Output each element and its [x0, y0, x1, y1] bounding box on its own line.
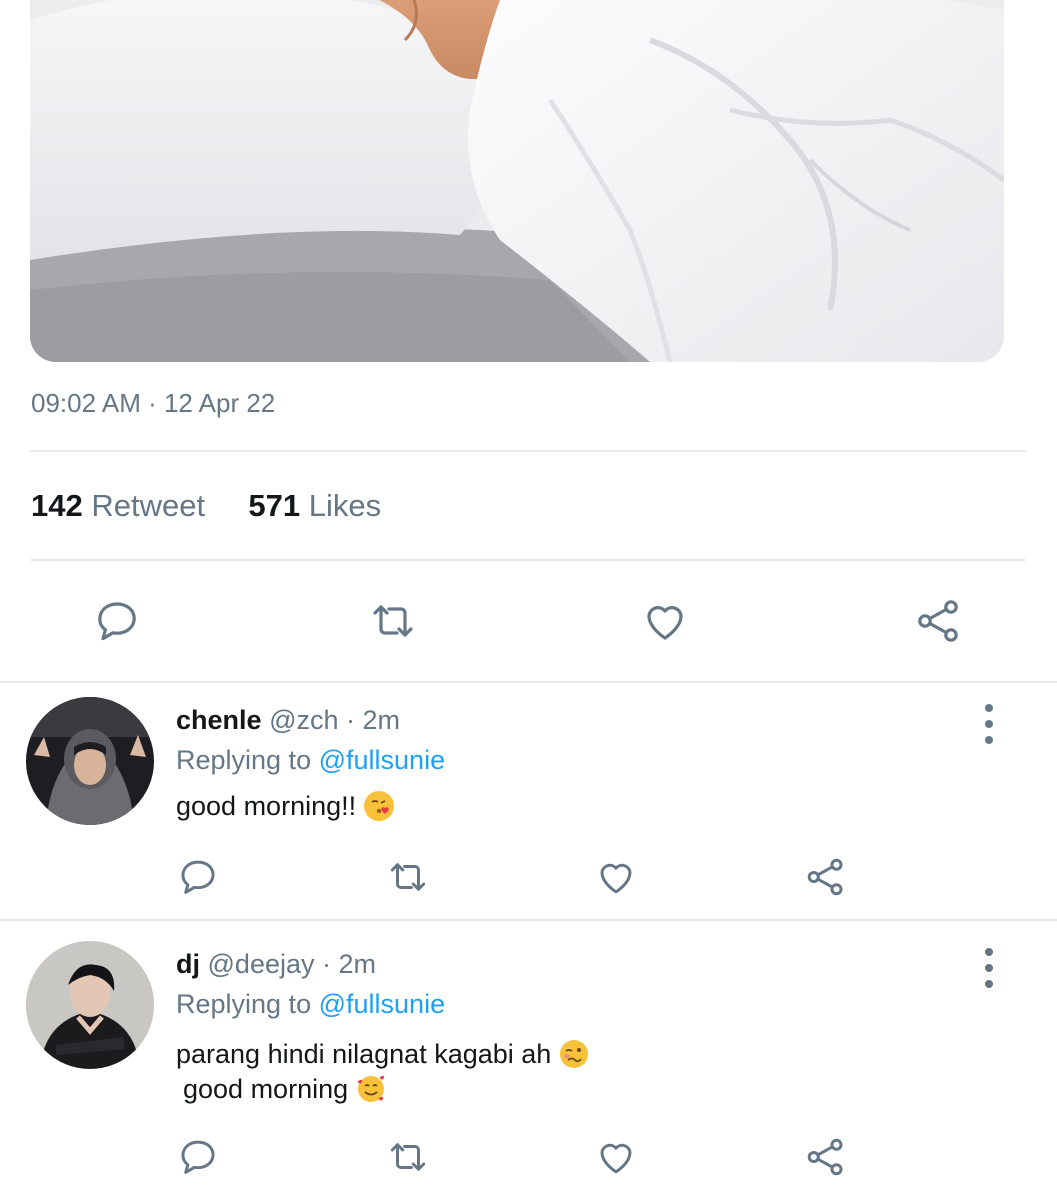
- reply-header: chenle @zch · 2m: [176, 705, 400, 736]
- reply-author-handle[interactable]: @zch: [269, 705, 338, 735]
- reply-icon[interactable]: [92, 596, 142, 646]
- separator-dot: ·: [322, 949, 332, 979]
- retweet-label[interactable]: Retweet: [91, 488, 205, 523]
- retweet-icon[interactable]: [366, 596, 420, 646]
- reply-header: dj @deejay · 2m: [176, 949, 376, 980]
- replying-mention-link[interactable]: @fullsunie: [319, 989, 445, 1019]
- tweet-stats: 142 Retweet 571 Likes: [31, 488, 381, 524]
- kiss-emoji: [364, 791, 395, 821]
- tweet-media-image[interactable]: [30, 0, 1004, 362]
- reply-item[interactable]: dj @deejay · 2m Replying to @fullsunie p…: [0, 921, 1057, 1200]
- avatar[interactable]: [26, 941, 154, 1069]
- like-icon[interactable]: [594, 1135, 638, 1179]
- woozy-emoji: [559, 1039, 589, 1069]
- reply-author-name[interactable]: chenle: [176, 705, 262, 735]
- reply-icon[interactable]: [176, 855, 220, 899]
- like-icon[interactable]: [640, 596, 690, 646]
- smiling-hearts-emoji: [356, 1074, 386, 1104]
- retweet-count[interactable]: 142: [31, 488, 83, 523]
- replying-to: Replying to @fullsunie: [176, 745, 445, 776]
- reply-text: parang hindi nilagnat kagabi ah good mor…: [176, 1037, 589, 1107]
- reply-age: 2m: [362, 705, 401, 735]
- reply-text: good morning!!: [176, 789, 395, 824]
- share-icon[interactable]: [804, 855, 848, 899]
- reply-text-line: parang hindi nilagnat kagabi ah: [176, 1039, 552, 1069]
- replying-prefix: Replying to: [176, 989, 312, 1019]
- more-options-icon[interactable]: [976, 704, 1002, 744]
- share-icon[interactable]: [804, 1135, 848, 1179]
- like-icon[interactable]: [594, 855, 638, 899]
- separator-dot: ·: [346, 705, 356, 735]
- retweet-icon[interactable]: [384, 1135, 432, 1179]
- replying-mention-link[interactable]: @fullsunie: [319, 745, 445, 775]
- retweet-icon[interactable]: [384, 855, 432, 899]
- divider: [30, 450, 1026, 452]
- replying-prefix: Replying to: [176, 745, 312, 775]
- replying-to: Replying to @fullsunie: [176, 989, 445, 1020]
- reply-icon[interactable]: [176, 1135, 220, 1179]
- more-options-icon[interactable]: [976, 948, 1002, 988]
- share-icon[interactable]: [914, 596, 964, 646]
- reply-age: 2m: [338, 949, 377, 979]
- likes-count[interactable]: 571: [248, 488, 300, 523]
- reply-item[interactable]: chenle @zch · 2m Replying to @fullsunie …: [0, 683, 1057, 919]
- tweet-timestamp: 09:02 AM · 12 Apr 22: [31, 388, 276, 418]
- likes-label[interactable]: Likes: [309, 488, 381, 523]
- divider: [30, 559, 1026, 561]
- reply-text-line: good morning!!: [176, 791, 357, 821]
- reply-text-line: good morning: [183, 1074, 349, 1104]
- avatar[interactable]: [26, 697, 154, 825]
- reply-author-name[interactable]: dj: [176, 949, 200, 979]
- reply-author-handle[interactable]: @deejay: [208, 949, 315, 979]
